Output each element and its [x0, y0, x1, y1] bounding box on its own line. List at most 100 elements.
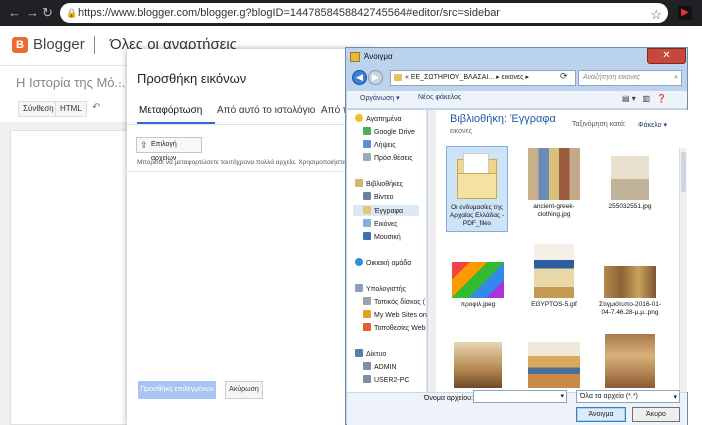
nav-item-google-drive[interactable]: Google Drive	[363, 127, 415, 136]
drive-icon	[363, 127, 371, 135]
download-icon	[363, 140, 371, 148]
page-edge	[688, 47, 702, 425]
image-thumbnail	[528, 342, 580, 388]
file-item-folder[interactable]: Οι ενδυμασίες της Αρχαίας Ελλάδας - PDF_…	[446, 146, 508, 232]
browser-toolbar: ← → ↻ 🔒 https://www.blogger.com/blogger.…	[0, 0, 702, 26]
blogger-logo-icon[interactable]: B	[12, 37, 28, 53]
nav-scrollbar[interactable]	[428, 110, 436, 392]
nav-item-local-disk[interactable]: Τοπικός δίσκος (	[363, 297, 425, 306]
choose-files-button[interactable]: ⇪ Επιλογή αρχείων	[136, 137, 202, 162]
star-icon	[355, 114, 363, 122]
open-button[interactable]: Άνοιγμα	[576, 407, 626, 422]
address-bar[interactable]: 🔒 https://www.blogger.com/blogger.g?blog…	[60, 3, 668, 23]
filetype-select[interactable]: Όλα τα αρχεία (*.*) ▾	[576, 390, 680, 403]
nav-label: Τοπικός δίσκος (	[374, 299, 426, 306]
dialog-title: Άνοιγμα	[364, 52, 393, 61]
image-thumbnail	[534, 244, 574, 298]
library-icon	[355, 179, 363, 187]
close-button[interactable]: ✕	[647, 48, 686, 64]
organize-menu[interactable]: Οργάνωση ▾	[360, 94, 400, 102]
file-item[interactable]	[598, 334, 662, 391]
nav-item-videos[interactable]: Βίντεο	[363, 192, 394, 201]
nav-item-recent[interactable]: Πρόσ.θέσεις	[363, 153, 413, 162]
file-item[interactable]	[446, 342, 510, 391]
nav-item-documents[interactable]: Έγγραφα	[353, 205, 420, 216]
favorites-header[interactable]: Αγαπημένα	[355, 114, 402, 123]
bookmark-star-icon[interactable]: ☆	[650, 5, 662, 25]
nav-label: Τοποθεσίες Web	[374, 325, 426, 332]
tab-from-other[interactable]: Από τ	[321, 105, 347, 116]
search-input[interactable]: Αναζήτηση εικονες ⌕	[578, 70, 682, 86]
forward-button[interactable]: ▶	[368, 70, 383, 85]
cancel-button[interactable]: Άκυρο	[632, 407, 680, 422]
chevron-down-icon[interactable]: ▾	[560, 392, 564, 400]
file-name: Στιγμιότυπο-2016-01-04-7.46.28-μ.μ..png	[599, 301, 661, 316]
folder-icon	[394, 74, 402, 81]
chevron-down-icon[interactable]: ▾	[673, 392, 677, 403]
nav-label: Google Drive	[374, 129, 415, 136]
web-locations-icon	[363, 323, 371, 331]
cancel-button[interactable]: Ακύρωση	[225, 381, 263, 399]
extension-icon[interactable]: ▶	[678, 6, 692, 20]
nav-item-web-locations[interactable]: Τοποθεσίες Web	[363, 323, 426, 332]
upload-icon: ⇪	[140, 140, 148, 150]
nav-item-pictures[interactable]: Εικόνες	[363, 219, 398, 228]
blogger-brand[interactable]: Blogger	[33, 36, 85, 53]
nav-item-downloads[interactable]: Λήψεις	[363, 140, 396, 149]
file-item[interactable]: EGYPTOS-5.gif	[522, 244, 586, 309]
header-divider	[94, 36, 95, 54]
search-placeholder: Αναζήτηση εικονες	[583, 74, 641, 81]
file-list-scrollbar[interactable]	[679, 148, 687, 392]
nav-label: My Web Sites on	[374, 312, 427, 319]
pictures-icon	[363, 219, 371, 227]
computer-header[interactable]: Υπολογιστής	[355, 284, 406, 293]
nav-label: Μουσική	[374, 234, 401, 241]
computer-icon	[363, 362, 371, 370]
network-header[interactable]: Δίκτυο	[355, 349, 386, 358]
file-item[interactable]: Στιγμιότυπο-2016-01-04-7.46.28-μ.μ..png	[598, 266, 662, 317]
file-item[interactable]	[522, 342, 586, 391]
new-folder-button[interactable]: Νέος φάκελος	[418, 94, 461, 101]
nav-item-my-web-sites[interactable]: My Web Sites on	[363, 310, 427, 319]
file-name: ancient-greek-clothing.jpg	[533, 203, 575, 218]
nav-label: Πρόσ.θέσεις	[374, 155, 413, 162]
file-name: προφιλ.jpeg	[460, 301, 496, 308]
file-name: 255032551.jpg	[608, 203, 652, 210]
add-selected-button[interactable]: Προσθήκη επιλεγμένων	[138, 381, 216, 399]
undo-icon[interactable]: ↶	[92, 102, 100, 113]
tab-from-blog[interactable]: Από αυτό το ιστολόγιο	[217, 105, 315, 116]
sort-dropdown[interactable]: Φάκελο ▾	[638, 121, 667, 129]
folder-icon	[455, 151, 499, 201]
music-icon	[363, 232, 371, 240]
back-button[interactable]: ◀	[352, 70, 367, 85]
scrollbar-thumb[interactable]	[681, 152, 686, 192]
nav-label: USER2-PC	[374, 377, 410, 384]
nav-item-homegroup[interactable]: Οικιακή ομάδα	[355, 258, 411, 267]
file-item[interactable]: 255032551.jpg	[598, 148, 662, 211]
tab-upload[interactable]: Μεταφόρτωση	[139, 105, 202, 116]
compose-tab[interactable]: Σύνθεση	[18, 101, 59, 117]
post-status-dot: ·	[118, 75, 122, 89]
filename-input[interactable]: ▾	[473, 390, 567, 403]
post-title[interactable]: Η Ιστορία της Μό...	[16, 75, 125, 90]
nav-label: Δίκτυο	[366, 351, 387, 358]
nav-item-music[interactable]: Μουσική	[363, 232, 401, 241]
nav-item-admin[interactable]: ADMIN	[363, 362, 397, 371]
tabs-divider	[127, 124, 375, 125]
filetype-value: Όλα τα αρχεία (*.*)	[580, 393, 638, 400]
forward-arrow-icon[interactable]: →	[26, 5, 39, 20]
reload-icon[interactable]: ↻	[42, 5, 53, 21]
file-item[interactable]: προφιλ.jpeg	[446, 262, 510, 309]
file-item[interactable]: ancient-greek-clothing.jpg	[522, 148, 586, 219]
back-arrow-icon[interactable]: ←	[8, 5, 21, 20]
html-tab[interactable]: HTML	[55, 101, 87, 117]
homegroup-icon	[355, 258, 363, 266]
refresh-icon[interactable]: ⟳	[560, 71, 568, 82]
libraries-header[interactable]: Βιβλιοθήκες	[355, 179, 403, 188]
sort-label: Ταξινόμηση κατά:	[572, 121, 626, 128]
web-sites-icon	[363, 310, 371, 318]
view-options-icon[interactable]: ▤ ▾ ▥ ❓	[622, 94, 667, 103]
nav-item-user2[interactable]: USER2-PC	[363, 375, 409, 384]
file-name: Οι ενδυμασίες της Αρχαίας Ελλάδας - PDF_…	[449, 204, 505, 227]
path-breadcrumb[interactable]: « ΕΕ_ΣΩΤΗΡΙΟΥ_ΒΛΑΣΑΙ... ▸ εικονες ▸	[390, 70, 576, 86]
